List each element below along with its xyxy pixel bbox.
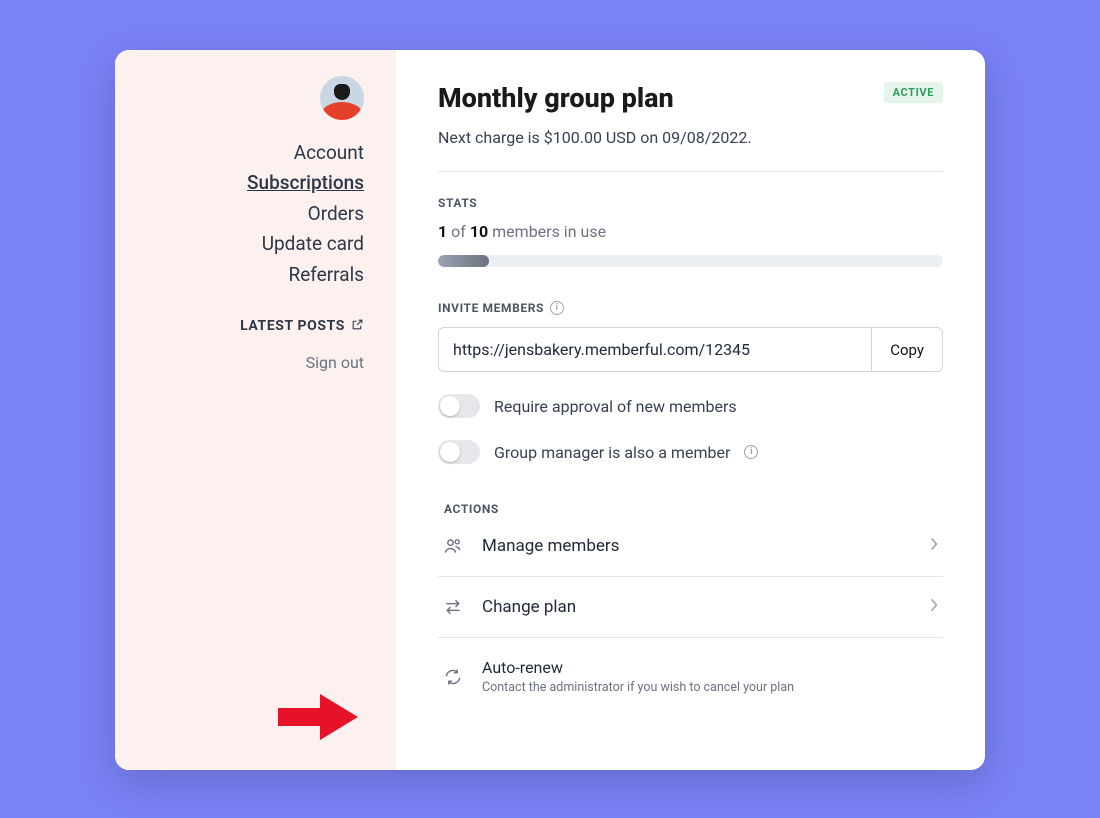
toggle-manager-member[interactable] (438, 440, 480, 464)
toggle-manager-member-row: Group manager is also a member i (438, 440, 943, 464)
nav-subscriptions[interactable]: Subscriptions (247, 168, 370, 198)
invite-url-field: https://jensbakery.memberful.com/12345 C… (438, 327, 943, 372)
info-icon[interactable]: i (744, 445, 758, 459)
toggle-require-approval-row: Require approval of new members (438, 394, 943, 418)
avatar[interactable] (320, 76, 364, 120)
latest-posts-label: LATEST POSTS (240, 318, 345, 334)
invite-label-row: INVITE MEMBERS i (438, 301, 943, 315)
stats-label: STATS (438, 196, 943, 210)
sign-out-link[interactable]: Sign out (306, 353, 370, 372)
nav-orders[interactable]: Orders (308, 199, 370, 229)
refresh-icon (442, 667, 464, 687)
progress-fill (438, 255, 489, 267)
action-autorenew-label: Auto-renew (482, 658, 794, 677)
nav-account[interactable]: Account (294, 138, 370, 168)
next-charge-text: Next charge is $100.00 USD on 09/08/2022… (438, 128, 943, 147)
invite-url-text[interactable]: https://jensbakery.memberful.com/12345 (439, 328, 871, 371)
actions-label: ACTIONS (444, 502, 943, 516)
action-change-plan[interactable]: Change plan (438, 577, 943, 638)
chevron-right-icon (929, 597, 939, 617)
action-auto-renew[interactable]: Auto-renew Contact the administrator if … (438, 638, 943, 715)
info-icon[interactable]: i (550, 301, 564, 315)
stats-used: 1 (438, 222, 447, 241)
members-icon (442, 536, 464, 556)
external-link-icon (351, 318, 364, 335)
annotation-arrow-icon (274, 688, 362, 746)
swap-icon (442, 597, 464, 617)
settings-card: Account Subscriptions Orders Update card… (115, 50, 985, 770)
toggle-require-approval-label: Require approval of new members (494, 397, 737, 416)
nav-update-card[interactable]: Update card (262, 229, 370, 259)
nav-referrals[interactable]: Referrals (288, 260, 370, 290)
action-manage-label: Manage members (482, 536, 911, 556)
stats-text: 1 of 10 members in use (438, 222, 943, 241)
toggle-require-approval[interactable] (438, 394, 480, 418)
action-manage-members[interactable]: Manage members (438, 516, 943, 577)
sidebar: Account Subscriptions Orders Update card… (115, 50, 396, 770)
divider (438, 171, 943, 172)
toggle-manager-member-label: Group manager is also a member (494, 443, 730, 462)
chevron-right-icon (929, 536, 939, 556)
copy-button[interactable]: Copy (871, 328, 942, 371)
main-panel: Monthly group plan ACTIVE Next charge is… (396, 50, 985, 770)
page-title: Monthly group plan (438, 82, 674, 114)
member-progress-bar (438, 255, 943, 267)
invite-label: INVITE MEMBERS (438, 301, 544, 315)
latest-posts-link[interactable]: LATEST POSTS (240, 318, 370, 335)
status-badge: ACTIVE (884, 82, 943, 103)
action-autorenew-sub: Contact the administrator if you wish to… (482, 680, 794, 695)
stats-total: 10 (470, 222, 488, 241)
action-change-label: Change plan (482, 597, 911, 617)
